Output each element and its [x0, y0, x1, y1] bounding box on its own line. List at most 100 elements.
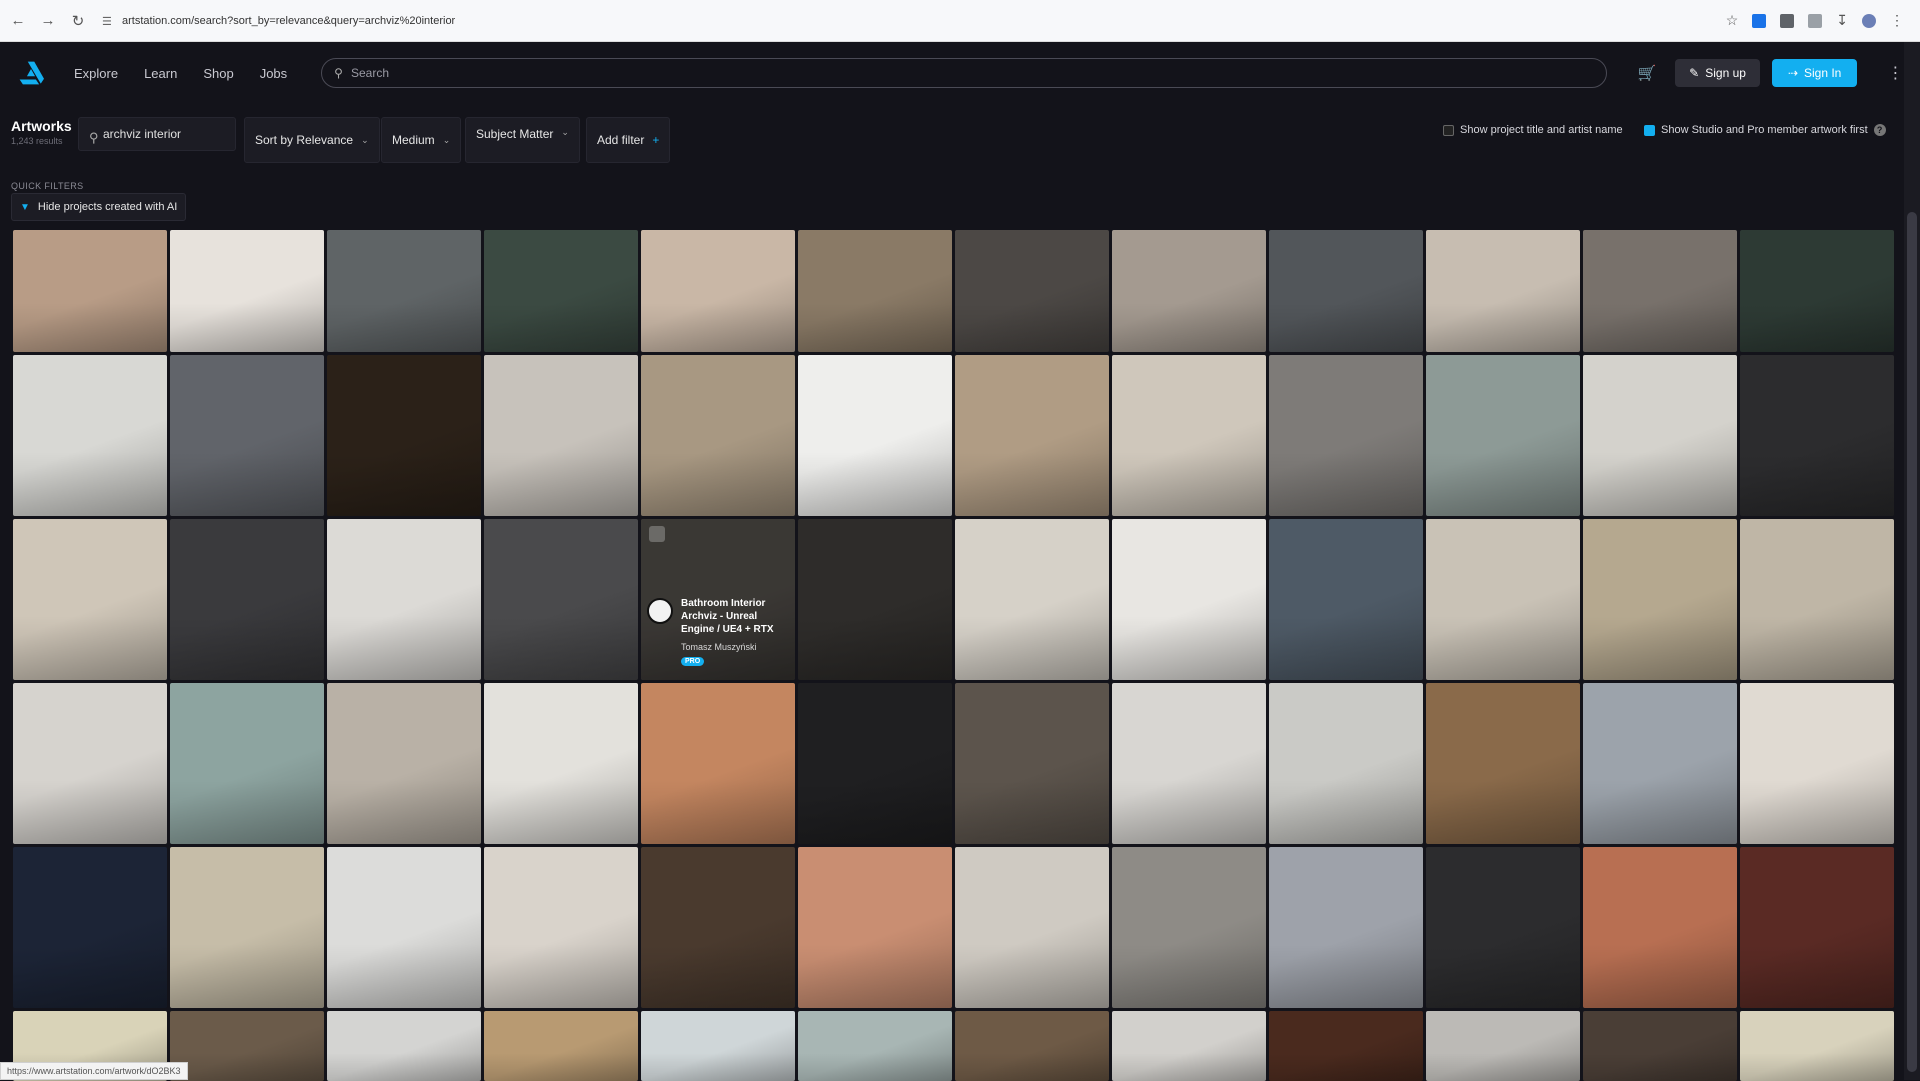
reload-icon[interactable]: ↻: [66, 9, 90, 33]
artwork-thumbnail[interactable]: [641, 230, 795, 352]
artwork-thumbnail[interactable]: [13, 230, 167, 352]
add-filter-button[interactable]: Add filter +: [586, 117, 670, 163]
artwork-thumbnail[interactable]: [484, 230, 638, 352]
show-title-checkbox[interactable]: [1443, 125, 1454, 136]
artwork-thumbnail[interactable]: [641, 847, 795, 1008]
artwork-thumbnail[interactable]: [327, 1011, 481, 1081]
cart-icon[interactable]: 🛒: [1637, 63, 1657, 83]
artwork-thumbnail[interactable]: [1583, 355, 1737, 516]
artwork-thumbnail[interactable]: [1740, 1011, 1894, 1081]
grid-extension-icon[interactable]: [1780, 14, 1794, 28]
help-icon[interactable]: ?: [1874, 124, 1886, 136]
artwork-thumbnail[interactable]: [955, 519, 1109, 680]
artstation-logo-icon[interactable]: [18, 60, 44, 86]
more-menu-icon[interactable]: ⋮: [1887, 63, 1903, 83]
artwork-thumbnail[interactable]: [327, 847, 481, 1008]
profile-avatar[interactable]: [1862, 14, 1876, 28]
artwork-thumbnail[interactable]: [170, 1011, 324, 1081]
artwork-thumbnail[interactable]: [641, 1011, 795, 1081]
artwork-thumbnail[interactable]: [1740, 230, 1894, 352]
artwork-thumbnail[interactable]: [798, 847, 952, 1008]
artist-avatar[interactable]: [647, 598, 673, 624]
artwork-thumbnail[interactable]: [955, 355, 1109, 516]
sign-up-button[interactable]: ✎ Sign up: [1675, 59, 1760, 87]
artwork-thumbnail[interactable]: [327, 230, 481, 352]
artwork-thumbnail[interactable]: [955, 230, 1109, 352]
subject-matter-dropdown[interactable]: Subject Matter ⌄: [465, 117, 580, 163]
browser-menu-icon[interactable]: ⋮: [1890, 12, 1904, 29]
studio-pro-checkbox[interactable]: [1644, 125, 1655, 136]
sort-dropdown[interactable]: Sort by Relevance ⌄: [244, 117, 380, 163]
artist-name[interactable]: Tomasz Muszyński: [681, 642, 757, 652]
bookmark-star-icon[interactable]: ☆: [1726, 12, 1739, 29]
artwork-thumbnail[interactable]: [13, 683, 167, 844]
artwork-thumbnail[interactable]: [1112, 847, 1266, 1008]
artwork-thumbnail[interactable]: [1112, 1011, 1266, 1081]
artwork-thumbnail[interactable]: [798, 683, 952, 844]
artwork-thumbnail[interactable]: [170, 847, 324, 1008]
artwork-thumbnail[interactable]: [641, 683, 795, 844]
artwork-thumbnail[interactable]: [327, 519, 481, 680]
artwork-thumbnail[interactable]: [1740, 847, 1894, 1008]
scrollbar-thumb[interactable]: [1907, 212, 1917, 1072]
address-bar[interactable]: ☰ artstation.com/search?sort_by=relevanc…: [102, 15, 1726, 27]
sign-in-button[interactable]: ⇢ Sign In: [1772, 59, 1857, 87]
artwork-thumbnail[interactable]: [1269, 683, 1423, 844]
artwork-thumbnail[interactable]: [170, 355, 324, 516]
artwork-thumbnail[interactable]: [1269, 519, 1423, 680]
artwork-thumbnail[interactable]: [1426, 1011, 1580, 1081]
artwork-thumbnail[interactable]: [1269, 355, 1423, 516]
artwork-thumbnail[interactable]: [170, 683, 324, 844]
artwork-thumbnail[interactable]: [13, 519, 167, 680]
artwork-thumbnail[interactable]: [484, 683, 638, 844]
artwork-thumbnail[interactable]: [641, 355, 795, 516]
artwork-thumbnail[interactable]: [1583, 683, 1737, 844]
artwork-thumbnail[interactable]: [1426, 519, 1580, 680]
forward-icon[interactable]: →: [36, 9, 60, 33]
artwork-thumbnail[interactable]: [1740, 519, 1894, 680]
artwork-thumbnail[interactable]: [327, 683, 481, 844]
artwork-thumbnail[interactable]: [13, 847, 167, 1008]
artwork-thumbnail[interactable]: [1269, 847, 1423, 1008]
nav-shop[interactable]: Shop: [203, 66, 233, 81]
artwork-title[interactable]: Bathroom Interior Archviz - Unreal Engin…: [681, 597, 793, 636]
artwork-thumbnail[interactable]: [1583, 1011, 1737, 1081]
artwork-thumbnail[interactable]: [484, 355, 638, 516]
artwork-thumbnail[interactable]: [170, 519, 324, 680]
artwork-thumbnail[interactable]: [1112, 355, 1266, 516]
artwork-thumbnail[interactable]: [484, 519, 638, 680]
artwork-thumbnail[interactable]: [484, 847, 638, 1008]
artwork-thumbnail[interactable]: [1740, 683, 1894, 844]
artwork-thumbnail[interactable]: [955, 683, 1109, 844]
artwork-thumbnail[interactable]: [798, 355, 952, 516]
hide-ai-filter-button[interactable]: ▼ Hide projects created with AI: [11, 193, 186, 221]
puzzle-extension-icon[interactable]: [1808, 14, 1822, 28]
back-icon[interactable]: ←: [6, 9, 30, 33]
artwork-thumbnail[interactable]: [1583, 847, 1737, 1008]
page-scrollbar[interactable]: [1904, 42, 1920, 1080]
download-icon[interactable]: ↧: [1836, 12, 1848, 29]
artwork-thumbnail[interactable]: [1740, 355, 1894, 516]
artwork-thumbnail[interactable]: [1426, 355, 1580, 516]
artwork-thumbnail[interactable]: [955, 1011, 1109, 1081]
artwork-thumbnail[interactable]: [327, 355, 481, 516]
artwork-thumbnail[interactable]: [955, 847, 1109, 1008]
site-info-icon[interactable]: ☰: [102, 15, 114, 27]
artwork-thumbnail[interactable]: [1426, 230, 1580, 352]
artwork-thumbnail[interactable]: [1426, 683, 1580, 844]
nav-jobs[interactable]: Jobs: [260, 66, 287, 81]
artwork-thumbnail[interactable]: [1269, 230, 1423, 352]
artwork-thumbnail[interactable]: [1583, 230, 1737, 352]
artwork-thumbnail[interactable]: [1426, 847, 1580, 1008]
artwork-thumbnail[interactable]: [798, 1011, 952, 1081]
artwork-thumbnail[interactable]: [798, 230, 952, 352]
artwork-thumbnail[interactable]: [13, 355, 167, 516]
artwork-thumbnail[interactable]: [1112, 683, 1266, 844]
artwork-thumbnail[interactable]: [1583, 519, 1737, 680]
artwork-thumbnail[interactable]: [170, 230, 324, 352]
nav-explore[interactable]: Explore: [74, 66, 118, 81]
medium-dropdown[interactable]: Medium ⌄: [381, 117, 461, 163]
show-title-toggle[interactable]: Show project title and artist name: [1443, 124, 1623, 136]
artwork-thumbnail[interactable]: [1112, 519, 1266, 680]
artwork-thumbnail[interactable]: [1269, 1011, 1423, 1081]
